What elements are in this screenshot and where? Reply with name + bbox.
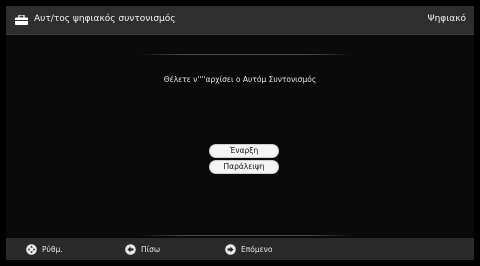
footer-bar: Ρύθμ. Πίσω Επόμενο [6,238,474,260]
settings-dpad-icon [26,243,37,255]
toolbox-icon [15,15,28,25]
start-button[interactable]: Έναρξη [210,145,278,157]
top-divider [140,54,352,55]
skip-button[interactable]: Παράλειψη [210,161,278,173]
bottom-divider [140,235,352,236]
next-label: Επόμενο [241,244,273,254]
settings-hint[interactable]: Ρύθμ. [26,243,63,255]
arrow-left-circle-icon [125,243,136,255]
tv-menu-window: Αυτ/τος ψηφιακός συντονισμός Ψηφιακό Θέλ… [6,6,474,260]
dialog-area: Θέλετε ν''''αρχίσει ο Αυτόμ Συντονισμός … [6,35,474,238]
back-label: Πίσω [141,244,161,254]
settings-label: Ρύθμ. [42,244,63,254]
back-hint[interactable]: Πίσω [125,243,160,255]
dialog-prompt: Θέλετε ν''''αρχίσει ο Αυτόμ Συντονισμός [163,75,317,84]
arrow-right-circle-icon [225,243,236,255]
tuning-mode-label: Ψηφιακό [427,14,466,24]
header-bar: Αυτ/τος ψηφιακός συντονισμός Ψηφιακό [6,6,474,35]
page-title: Αυτ/τος ψηφιακός συντονισμός [34,14,176,24]
next-hint[interactable]: Επόμενο [225,243,272,255]
